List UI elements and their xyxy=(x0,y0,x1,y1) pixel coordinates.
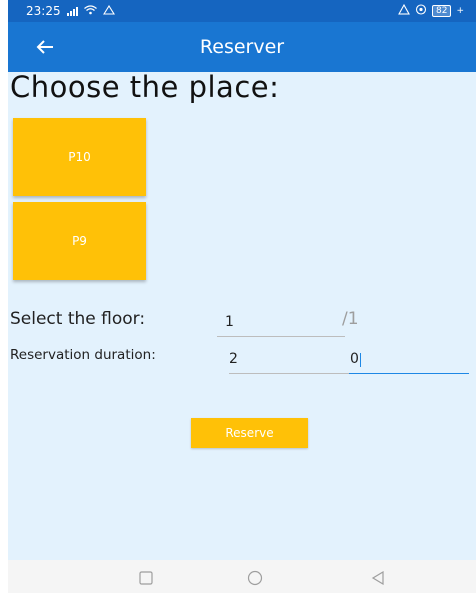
app-bar: Reserver xyxy=(8,22,476,72)
back-icon[interactable] xyxy=(368,568,388,588)
recent-apps-icon[interactable] xyxy=(136,568,156,588)
floor-suffix: /1 xyxy=(342,309,359,329)
signal-icon xyxy=(66,6,78,16)
app-screen: 23:25 82 + Reserver Choose the place: P1… xyxy=(8,0,476,593)
place-button-p10[interactable]: P10 xyxy=(13,118,146,196)
charging-icon: + xyxy=(456,6,464,16)
text-caret xyxy=(359,353,361,367)
floor-value: 1 xyxy=(225,314,234,330)
duration-label: Reservation duration: xyxy=(10,347,156,363)
reserve-button[interactable]: Reserve xyxy=(191,418,308,448)
home-icon[interactable] xyxy=(245,568,265,588)
floor-label: Select the floor: xyxy=(10,309,146,329)
duration-minutes-input[interactable]: 0 xyxy=(349,343,469,374)
eye-icon xyxy=(415,4,427,18)
alarm-icon xyxy=(398,3,410,18)
system-nav-bar xyxy=(8,560,476,593)
duration-value: 2 xyxy=(229,351,238,367)
place-button-p9[interactable]: P9 xyxy=(13,202,146,280)
app-title: Reserver xyxy=(199,36,285,58)
battery-icon: 82 xyxy=(432,5,452,17)
battery-level: 82 xyxy=(436,6,448,16)
duration-hours-input[interactable]: 2 xyxy=(229,343,349,374)
data-icon xyxy=(102,4,115,18)
floor-input[interactable]: 1 xyxy=(217,306,345,337)
status-time: 23:25 xyxy=(26,4,61,18)
duration-second-value: 0 xyxy=(350,351,359,367)
status-left: 23:25 xyxy=(26,4,115,18)
wifi-icon xyxy=(83,4,97,18)
status-bar: 23:25 82 + xyxy=(8,0,476,22)
page-title: Choose the place: xyxy=(10,70,280,104)
status-right: 82 + xyxy=(398,3,464,18)
